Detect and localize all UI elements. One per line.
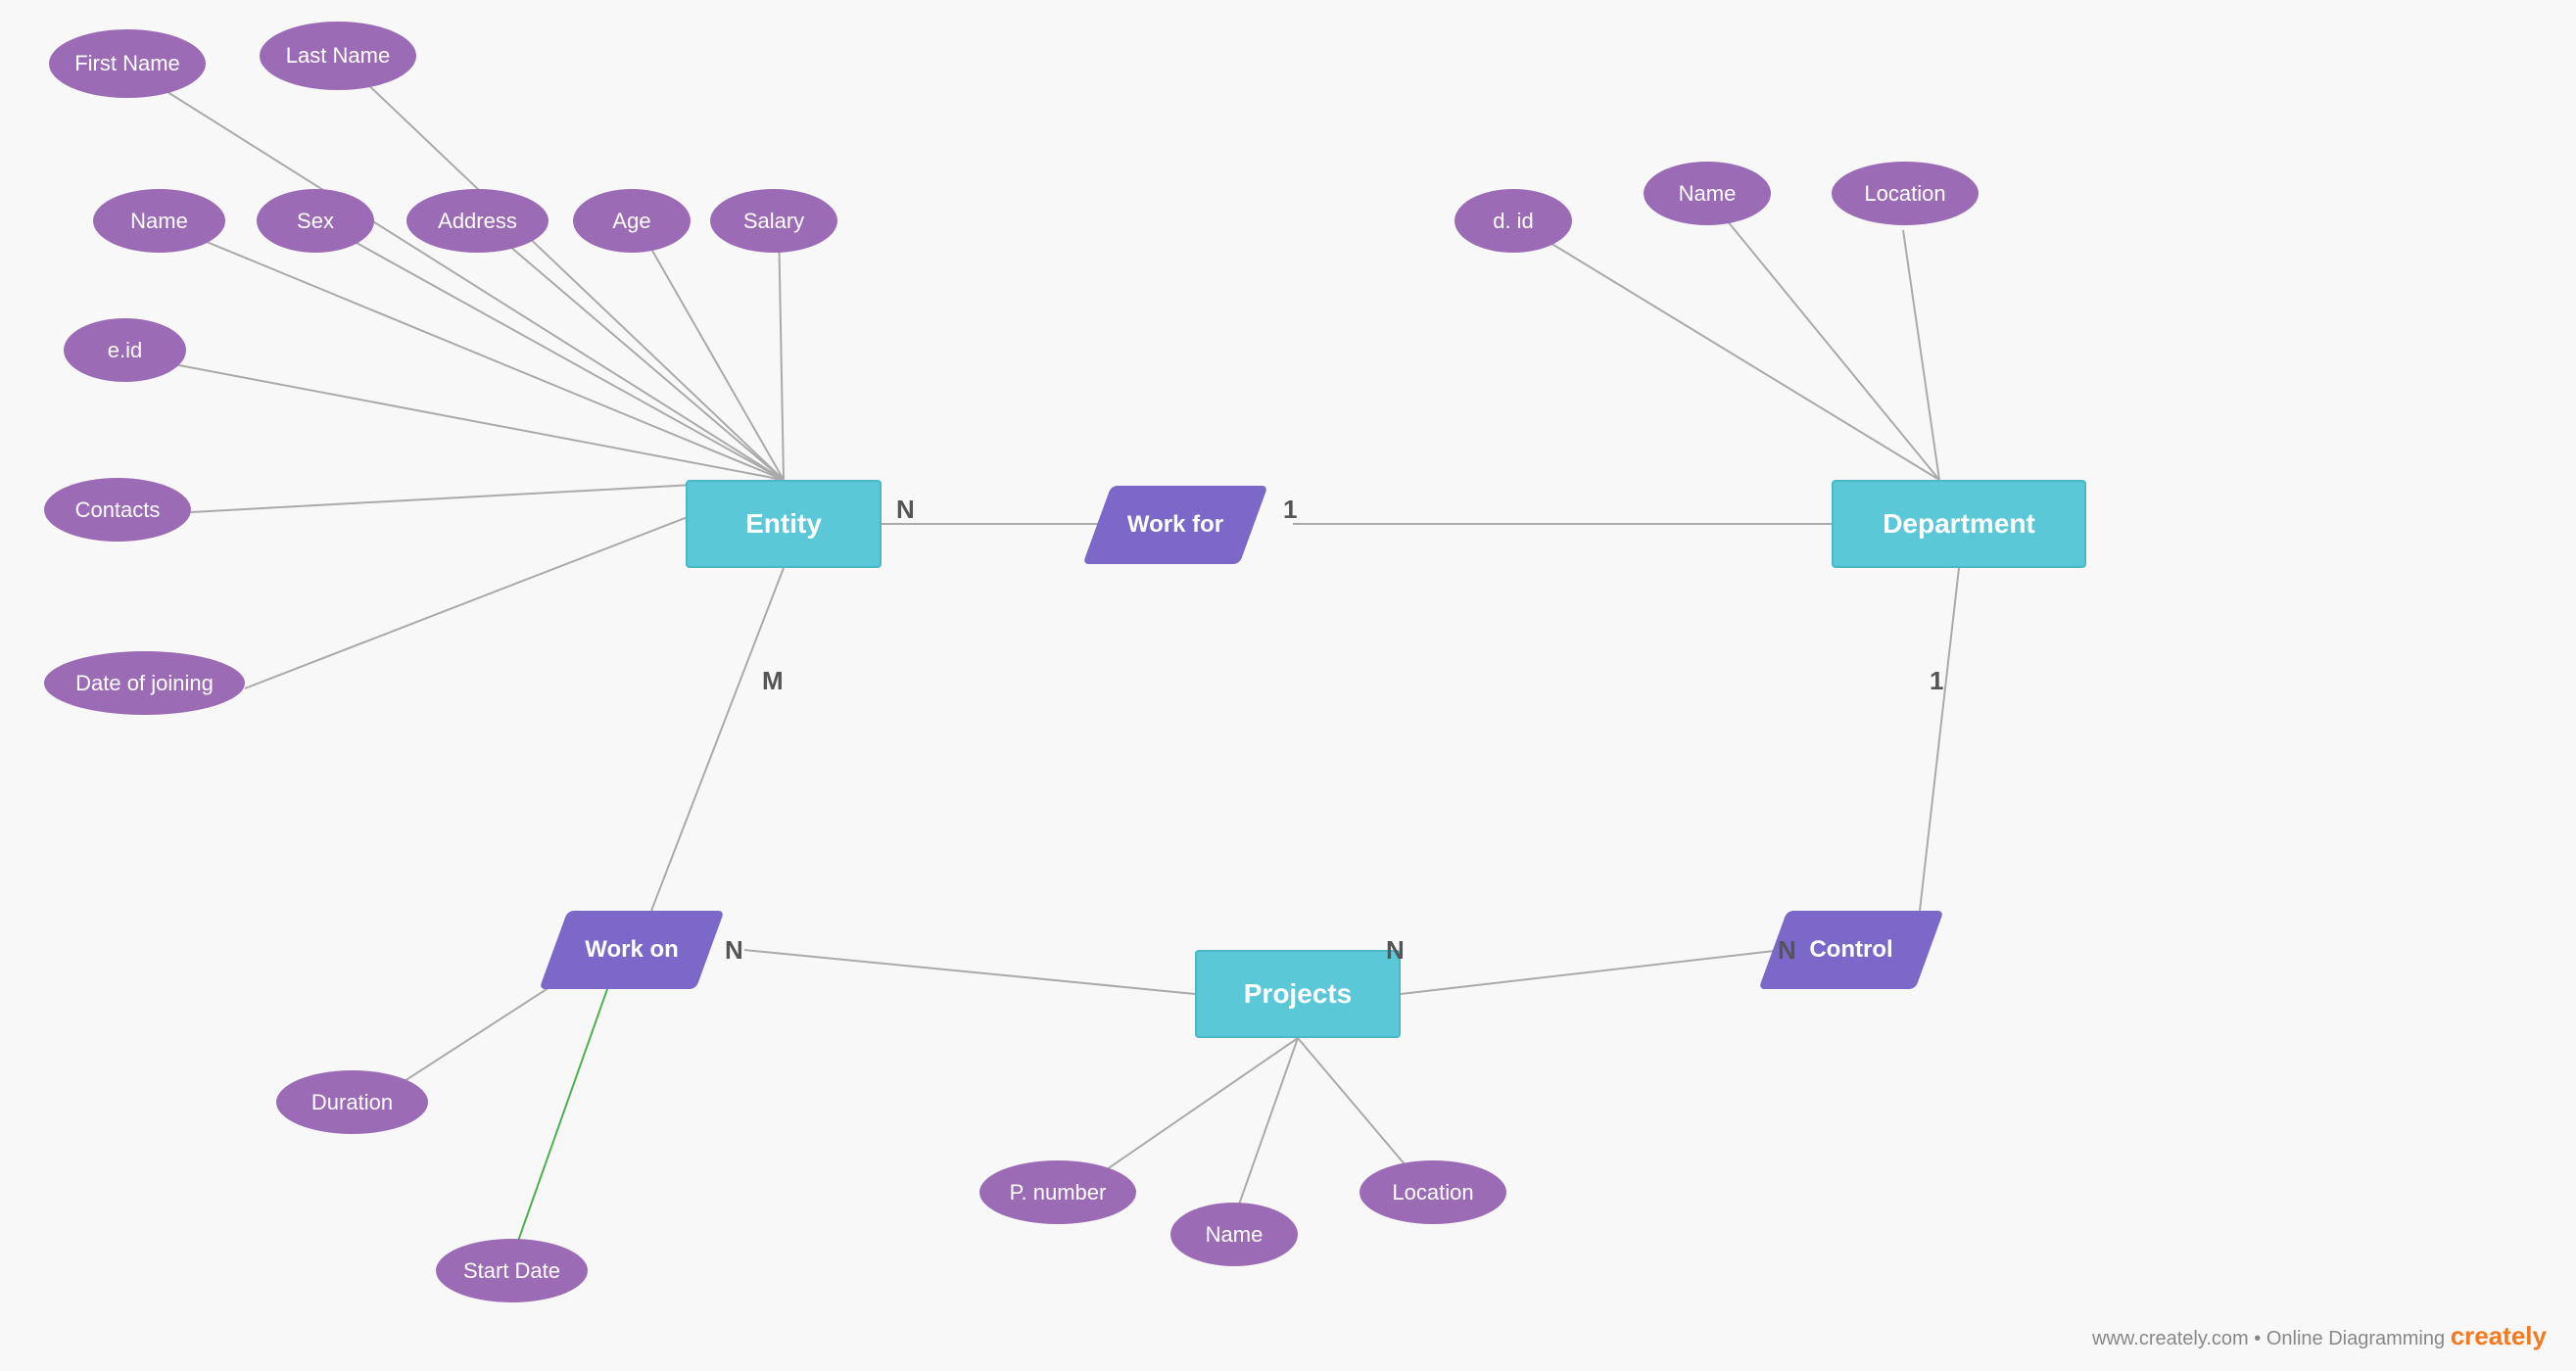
control-label: Control: [1809, 936, 1892, 964]
attr-name-dept: Name: [1644, 162, 1771, 225]
attr-name-entity: Name: [93, 189, 225, 253]
department-label: Department: [1883, 508, 2035, 540]
label-n1: N: [896, 495, 915, 525]
attr-sex: Sex: [257, 189, 374, 253]
creately-url: www.creately.com • Online Diagramming: [2092, 1328, 2445, 1349]
attr-location-proj: Location: [1360, 1160, 1506, 1224]
attr-address: Address: [406, 189, 549, 253]
workfor-label: Work for: [1127, 511, 1223, 539]
attr-duration: Duration: [276, 1070, 428, 1134]
relation-workon: Work on: [553, 911, 710, 989]
workon-label: Work on: [585, 936, 679, 964]
connector-lines: [0, 0, 2576, 1371]
projects-label: Projects: [1244, 978, 1353, 1010]
attr-age: Age: [573, 189, 691, 253]
label-n2: N: [725, 935, 743, 966]
attr-firstname: First Name: [49, 29, 206, 98]
diagram-canvas: Entity Department Projects Work for Work…: [0, 0, 2576, 1371]
attr-name-proj: Name: [1170, 1203, 1298, 1266]
label-1-dept: 1: [1930, 666, 1943, 696]
entity-box-entity: Entity: [686, 480, 882, 568]
creately-brand: creately: [2451, 1321, 2547, 1350]
attr-doj: Date of joining: [44, 651, 245, 715]
entity-box-department: Department: [1832, 480, 2086, 568]
attr-eid: e.id: [64, 318, 186, 382]
entity-label: Entity: [745, 508, 822, 540]
label-n4: N: [1778, 935, 1796, 966]
attr-contacts: Contacts: [44, 478, 191, 542]
attr-salary: Salary: [710, 189, 837, 253]
attr-location-dept: Location: [1832, 162, 1979, 225]
attr-did: d. id: [1455, 189, 1572, 253]
label-n3: N: [1386, 935, 1405, 966]
attr-pnumber: P. number: [979, 1160, 1136, 1224]
creately-watermark: www.creately.com • Online Diagramming cr…: [2092, 1321, 2547, 1351]
relation-workfor: Work for: [1097, 486, 1254, 564]
entity-box-projects: Projects: [1195, 950, 1401, 1038]
attr-startdate: Start Date: [436, 1239, 588, 1302]
label-m: M: [762, 666, 784, 696]
attr-lastname: Last Name: [260, 22, 416, 90]
relation-control: Control: [1773, 911, 1930, 989]
label-1-workfor: 1: [1283, 495, 1297, 525]
